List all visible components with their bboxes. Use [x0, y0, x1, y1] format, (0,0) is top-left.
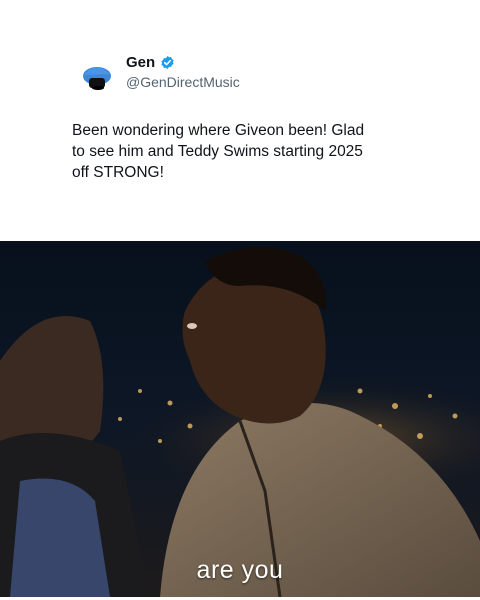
avatar[interactable]	[76, 54, 116, 94]
tweet-author-row[interactable]: Gen @GenDirectMusic	[76, 52, 376, 94]
display-name[interactable]: Gen	[126, 54, 155, 71]
user-handle[interactable]: @GenDirectMusic	[126, 74, 240, 90]
video-frame[interactable]	[0, 241, 480, 597]
video-caption: are you	[196, 556, 284, 584]
tweet-card[interactable]: Gen @GenDirectMusic Been wondering where…	[64, 42, 412, 202]
tweet-text: Been wondering where Giveon been! Glad t…	[72, 122, 365, 181]
blue-cap-avatar-icon	[83, 67, 111, 90]
verified-badge-icon	[161, 55, 174, 70]
video-still-image	[0, 241, 480, 597]
